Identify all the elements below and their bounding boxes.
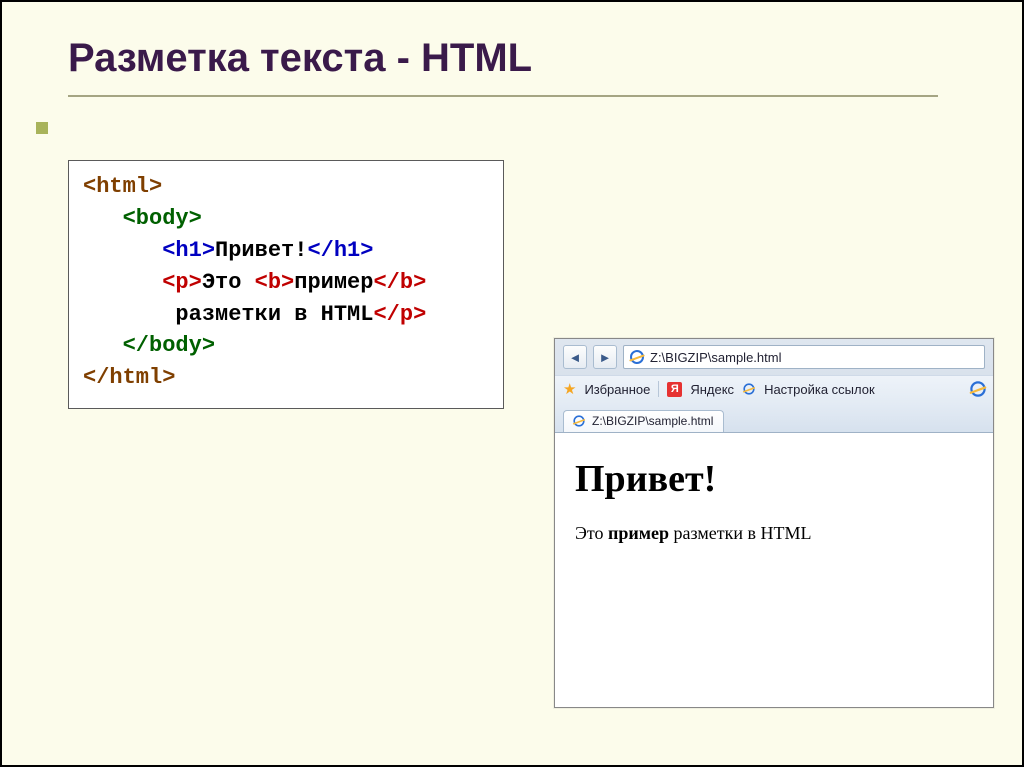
indent	[83, 333, 123, 358]
bullet-accent	[36, 122, 48, 134]
nav-forward-button[interactable]: ►	[593, 345, 617, 369]
nav-back-button[interactable]: ◄	[563, 345, 587, 369]
tag-p-close: </p>	[373, 302, 426, 327]
star-icon: ★	[563, 380, 576, 398]
tag-b-close: </b>	[373, 270, 426, 295]
title-underline	[68, 95, 938, 97]
favorites-label[interactable]: Избранное	[584, 382, 650, 397]
p-text: Это	[202, 270, 255, 295]
rendered-paragraph: Это пример разметки в HTML	[575, 523, 973, 544]
tag-html-open: <html>	[83, 174, 162, 199]
p-text2: разметки в HTML	[175, 302, 373, 327]
indent	[83, 302, 175, 327]
rendered-bold: пример	[608, 523, 669, 543]
browser-chrome: ◄ ► Z:\BIGZIP\sample.html ★ Избранное Я …	[555, 339, 993, 433]
browser-tab[interactable]: Z:\BIGZIP\sample.html	[563, 410, 724, 432]
rendered-text-after: разметки в HTML	[669, 523, 811, 543]
rendered-heading: Привет!	[575, 457, 973, 501]
indent	[83, 238, 162, 263]
address-bar[interactable]: Z:\BIGZIP\sample.html	[623, 345, 985, 369]
ie-icon	[743, 383, 754, 394]
tag-h1-open: <h1>	[162, 238, 215, 263]
yandex-link[interactable]: Яндекс	[690, 382, 734, 397]
url-text: Z:\BIGZIP\sample.html	[650, 350, 781, 365]
yandex-icon: Я	[667, 382, 682, 397]
address-row: ◄ ► Z:\BIGZIP\sample.html	[555, 339, 993, 375]
b-text: пример	[294, 270, 373, 295]
arrow-right-icon: ►	[599, 350, 612, 365]
rendered-text-before: Это	[575, 523, 608, 543]
tag-b-open: <b>	[255, 270, 295, 295]
rendered-page: Привет! Это пример разметки в HTML	[555, 433, 993, 701]
tag-body-open: <body>	[123, 206, 202, 231]
browser-window: ◄ ► Z:\BIGZIP\sample.html ★ Избранное Я …	[554, 338, 994, 708]
indent	[83, 206, 123, 231]
tab-strip: Z:\BIGZIP\sample.html	[555, 404, 993, 432]
ie-icon	[630, 350, 644, 364]
h1-content: Привет!	[215, 238, 307, 263]
title-area: Разметка текста - HTML	[0, 0, 1024, 107]
indent	[83, 270, 162, 295]
ie-icon	[573, 415, 584, 426]
slide-title: Разметка текста - HTML	[68, 36, 1024, 81]
favorites-bar: ★ Избранное Я Яндекс Настройка ссылок	[555, 375, 993, 404]
arrow-left-icon: ◄	[569, 350, 582, 365]
tab-title: Z:\BIGZIP\sample.html	[592, 414, 713, 428]
tag-html-close: </html>	[83, 365, 175, 390]
tag-body-close: </body>	[123, 333, 215, 358]
tag-p-open: <p>	[162, 270, 202, 295]
tag-h1-close: </h1>	[307, 238, 373, 263]
separator	[658, 381, 659, 397]
links-setup-link[interactable]: Настройка ссылок	[764, 382, 875, 397]
ie-icon	[970, 381, 985, 396]
code-example: <html> <body> <h1>Привет!</h1> <p>Это <b…	[68, 160, 504, 409]
